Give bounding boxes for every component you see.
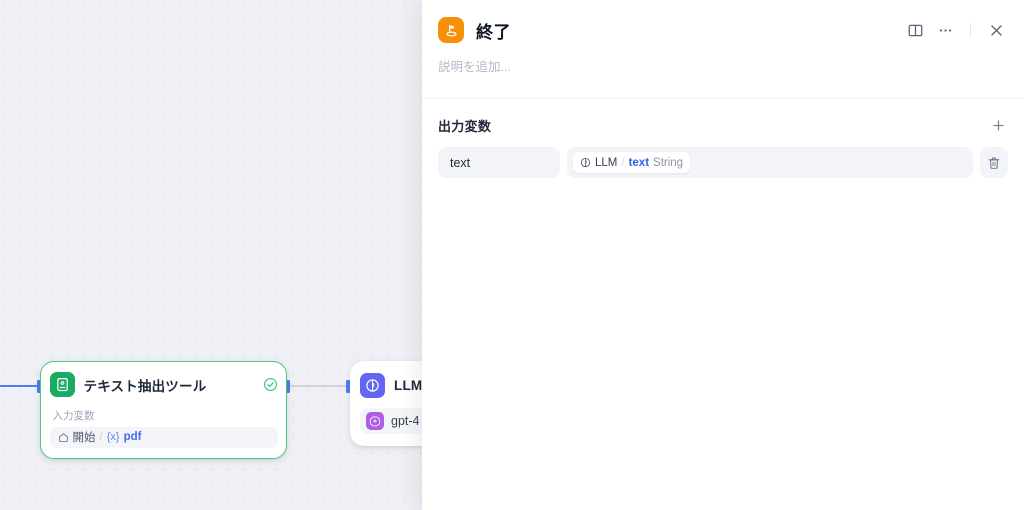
workflow-editor-screen: テキスト抽出ツール 入力変数 開始 / {x} pdf LLM gpt-4 終了…	[0, 0, 1024, 510]
input-variable-key: pdf	[123, 431, 142, 443]
home-icon	[58, 432, 69, 443]
input-variable-separator: /	[99, 431, 103, 443]
end-node-icon	[438, 17, 464, 43]
node-model-name: gpt-4	[391, 414, 420, 428]
variable-separator: /	[621, 156, 625, 169]
check-circle-icon	[263, 377, 278, 392]
node-llm[interactable]: LLM gpt-4	[350, 361, 422, 446]
output-variable-value-field[interactable]: LLM / text String	[567, 147, 973, 178]
input-variable-source: 開始	[72, 432, 96, 444]
panel-header-actions	[901, 16, 1010, 44]
output-variables-section: 出力変数 text LLM / text String	[422, 99, 1024, 178]
variable-circle-icon	[580, 157, 591, 168]
document-extract-icon	[49, 372, 75, 397]
workflow-canvas[interactable]: テキスト抽出ツール 入力変数 開始 / {x} pdf LLM gpt-4	[0, 0, 422, 510]
braces-icon: {x}	[106, 431, 120, 443]
openai-icon	[366, 412, 384, 430]
node-detail-panel: 終了 説明を追加... 出力変数 text LLM / text String	[422, 0, 1024, 510]
close-icon[interactable]	[982, 16, 1010, 44]
node-input-section-label: 入力変数	[52, 409, 95, 422]
section-title: 出力変数	[438, 118, 492, 134]
panel-layout-icon[interactable]	[901, 16, 929, 44]
output-variable-name-input[interactable]: text	[438, 147, 560, 178]
header-divider	[970, 22, 971, 38]
variable-key: text	[628, 156, 650, 169]
table-row: text LLM / text String	[438, 147, 1008, 178]
trash-icon[interactable]	[980, 147, 1008, 178]
variable-type: String	[653, 156, 684, 169]
node-model-chip[interactable]: gpt-4	[360, 408, 422, 434]
description-input[interactable]: 説明を追加...	[422, 46, 1024, 75]
variable-source-node: LLM	[595, 156, 618, 169]
node-input-variable-chip[interactable]: 開始 / {x} pdf	[49, 426, 278, 448]
node-header: LLM	[360, 371, 422, 399]
output-variables-header: 出力変数	[438, 115, 1008, 135]
more-horizontal-icon[interactable]	[931, 16, 959, 44]
node-title: テキスト抽出ツール	[83, 378, 207, 394]
variable-reference-chip[interactable]: LLM / text String	[573, 152, 691, 173]
panel-header: 終了	[422, 0, 1024, 46]
node-header: テキスト抽出ツール	[49, 371, 278, 399]
node-title: LLM	[394, 377, 422, 393]
output-variable-name: text	[450, 155, 471, 170]
llm-icon	[360, 372, 385, 398]
plus-icon[interactable]	[988, 115, 1008, 135]
node-text-extractor[interactable]: テキスト抽出ツール 入力変数 開始 / {x} pdf	[40, 361, 287, 459]
edge-text-extractor-to-llm	[288, 385, 350, 387]
page-title: 終了	[476, 22, 511, 42]
